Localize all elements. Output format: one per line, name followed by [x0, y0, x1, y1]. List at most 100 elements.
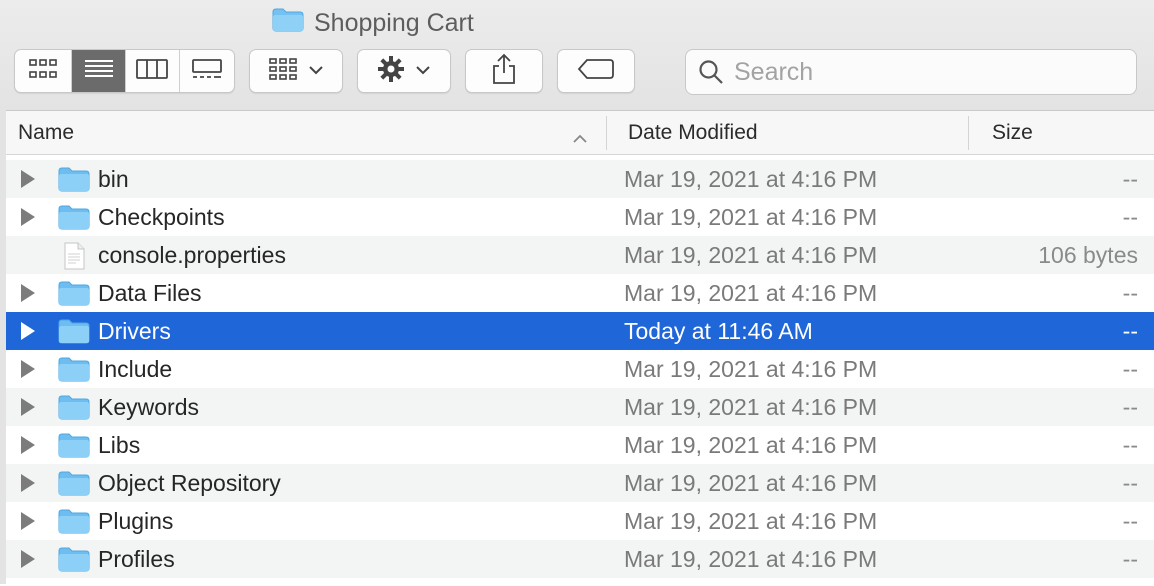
file-row[interactable]: Profiles Mar 19, 2021 at 4:16 PM -- [6, 540, 1154, 578]
file-size: -- [1122, 165, 1138, 192]
file-size: -- [1122, 317, 1138, 344]
window-title-text: Shopping Cart [314, 8, 474, 37]
icon-view-button[interactable] [15, 50, 73, 92]
disclosure-triangle-icon[interactable] [21, 284, 35, 302]
file-size: -- [1122, 203, 1138, 230]
column-divider[interactable] [606, 116, 607, 150]
file-row[interactable]: Libs Mar 19, 2021 at 4:16 PM -- [6, 426, 1154, 464]
folder-icon [272, 8, 304, 39]
column-view-button[interactable] [126, 50, 180, 92]
file-row[interactable]: Object Repository Mar 19, 2021 at 4:16 PM… [6, 464, 1154, 502]
column-header-size-label: Size [992, 121, 1033, 144]
folder-icon [58, 318, 90, 350]
gear-icon [377, 55, 405, 88]
chevron-up-icon [572, 126, 588, 150]
file-size: -- [1122, 469, 1138, 496]
gallery-icon [191, 58, 223, 85]
file-name: Object Repository [98, 469, 281, 496]
search-input[interactable] [732, 56, 1116, 88]
file-list: bin Mar 19, 2021 at 4:16 PM -- Checkpoints M… [6, 160, 1154, 586]
file-size: -- [1122, 507, 1138, 534]
chevron-down-icon [415, 62, 431, 80]
file-date-modified: Mar 19, 2021 at 4:16 PM [624, 241, 878, 268]
file-name: Checkpoints [98, 203, 225, 230]
file-row-selected[interactable]: Drivers Today at 11:46 AM -- [6, 312, 1154, 350]
file-date-modified: Mar 19, 2021 at 4:16 PM [624, 279, 878, 306]
file-row[interactable]: Checkpoints Mar 19, 2021 at 4:16 PM -- [6, 198, 1154, 236]
file-row[interactable]: Plugins Mar 19, 2021 at 4:16 PM -- [6, 502, 1154, 540]
disclosure-triangle-icon[interactable] [21, 474, 35, 492]
disclosure-triangle-icon[interactable] [21, 512, 35, 530]
share-button[interactable] [465, 49, 543, 93]
file-name: Libs [98, 431, 141, 458]
file-date-modified: Mar 19, 2021 at 4:16 PM [624, 431, 878, 458]
file-date-modified: Mar 19, 2021 at 4:16 PM [624, 203, 878, 230]
file-name: console.properties [98, 241, 286, 268]
file-name: Drivers [98, 317, 171, 344]
file-name: Profiles [98, 545, 175, 572]
tag-icon [577, 58, 615, 85]
window-title: Shopping Cart [272, 6, 474, 40]
file-name: bin [98, 165, 129, 192]
folder-icon [58, 280, 90, 312]
file-row[interactable] [6, 578, 1154, 586]
file-date-modified: Mar 19, 2021 at 4:16 PM [624, 507, 878, 534]
disclosure-triangle-icon[interactable] [21, 322, 35, 340]
disclosure-triangle-icon[interactable] [21, 360, 35, 378]
disclosure-triangle-icon[interactable] [21, 208, 35, 226]
file-date-modified: Mar 19, 2021 at 4:16 PM [624, 165, 878, 192]
chevron-down-icon [308, 62, 324, 80]
file-row[interactable]: Keywords Mar 19, 2021 at 4:16 PM -- [6, 388, 1154, 426]
view-mode-control [14, 49, 235, 93]
disclosure-triangle-icon[interactable] [21, 170, 35, 188]
folder-icon [58, 546, 90, 578]
file-size: -- [1122, 545, 1138, 572]
folder-icon [58, 470, 90, 502]
file-size: -- [1122, 279, 1138, 306]
disclosure-triangle-icon[interactable] [21, 550, 35, 568]
folder-icon [58, 508, 90, 540]
grid-icon [28, 58, 58, 85]
file-name: Data Files [98, 279, 202, 306]
file-row[interactable]: Include Mar 19, 2021 at 4:16 PM -- [6, 350, 1154, 388]
file-date-modified: Mar 19, 2021 at 4:16 PM [624, 355, 878, 382]
document-icon [61, 242, 87, 276]
column-header-date-label: Date Modified [628, 121, 758, 144]
file-date-modified: Today at 11:46 AM [624, 317, 813, 344]
grid-dropdown-icon [268, 57, 298, 86]
file-name: Keywords [98, 393, 199, 420]
columns-icon [136, 58, 169, 85]
toolbar: Shopping Cart [0, 0, 1154, 111]
search-icon [698, 59, 724, 85]
file-date-modified: Mar 19, 2021 at 4:16 PM [624, 469, 878, 496]
group-by-button[interactable] [249, 49, 343, 93]
list-icon [84, 58, 114, 85]
action-menu-button[interactable] [357, 49, 451, 93]
column-header-name-label: Name [18, 121, 75, 144]
gallery-view-button[interactable] [180, 50, 234, 92]
tag-button[interactable] [557, 49, 635, 93]
folder-icon [58, 356, 90, 388]
column-header-size[interactable]: Size [992, 111, 1033, 155]
share-icon [491, 53, 517, 90]
file-date-modified: Mar 19, 2021 at 4:16 PM [624, 545, 878, 572]
file-row[interactable]: Data Files Mar 19, 2021 at 4:16 PM -- [6, 274, 1154, 312]
column-header-date[interactable]: Date Modified [628, 111, 758, 155]
file-name: Include [98, 355, 173, 382]
list-view-button[interactable] [72, 50, 126, 92]
file-size: -- [1122, 393, 1138, 420]
folder-icon [58, 204, 90, 236]
column-divider[interactable] [968, 116, 969, 150]
file-size: -- [1122, 431, 1138, 458]
file-size: 106 bytes [1038, 241, 1138, 268]
search-field[interactable] [685, 49, 1137, 95]
column-header: Name Date Modified Size [6, 111, 1154, 155]
column-header-name[interactable]: Name [18, 111, 74, 155]
file-size: -- [1122, 355, 1138, 382]
folder-icon [58, 432, 90, 464]
folder-icon [58, 166, 90, 198]
disclosure-triangle-icon[interactable] [21, 436, 35, 454]
disclosure-triangle-icon[interactable] [21, 398, 35, 416]
file-row[interactable]: bin Mar 19, 2021 at 4:16 PM -- [6, 160, 1154, 198]
file-row[interactable]: console.properties Mar 19, 2021 at 4:16 P… [6, 236, 1154, 274]
